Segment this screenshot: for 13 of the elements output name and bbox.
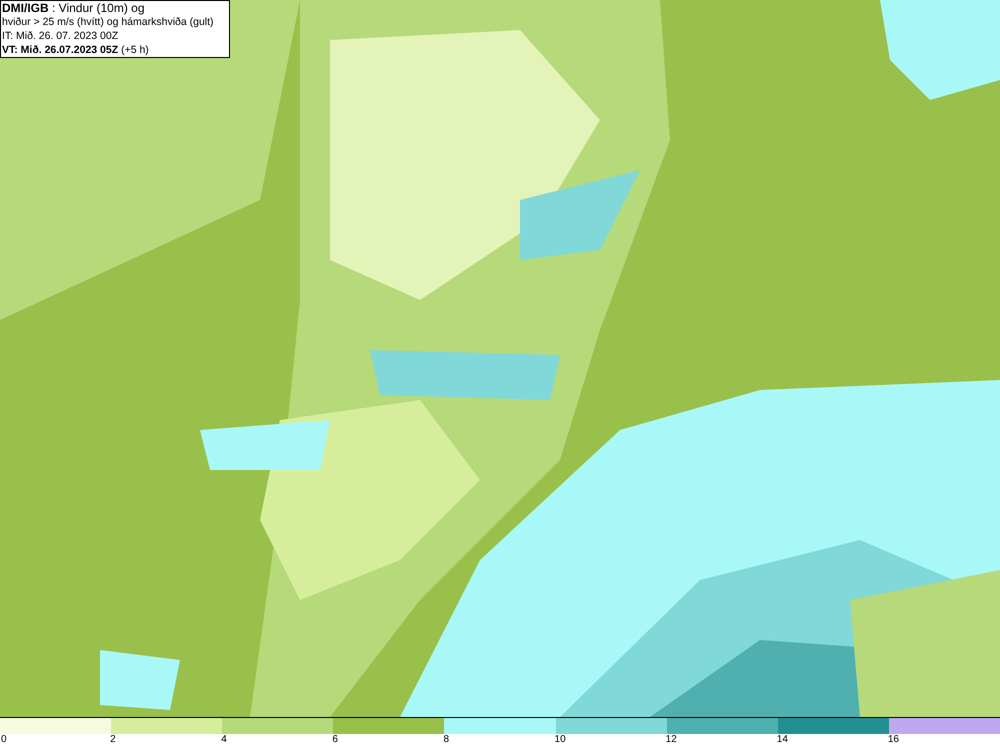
scale-label: 16 bbox=[886, 734, 899, 746]
scale-label: 0 bbox=[0, 734, 7, 746]
scale-label: 12 bbox=[664, 734, 677, 746]
scale-label: 2 bbox=[109, 734, 116, 746]
legend-text: hviður > 25 m/s (hvítt) og hámarkshviða (gult) bbox=[2, 15, 215, 29]
scale-label: 8 bbox=[442, 734, 449, 746]
scale-label: 4 bbox=[220, 734, 227, 746]
legend-text: VT: Mið. 26.07.2023 05Z (+5 h) bbox=[2, 43, 150, 57]
scale-label: 14 bbox=[776, 734, 788, 746]
legend-text: DMI/IGB : Vindur (10m) og bbox=[2, 1, 146, 15]
scale-label: 10 bbox=[554, 734, 566, 746]
legend-text: IT: Mið. 26. 07. 2023 00Z bbox=[2, 29, 120, 43]
scale-label: 6 bbox=[331, 734, 338, 746]
